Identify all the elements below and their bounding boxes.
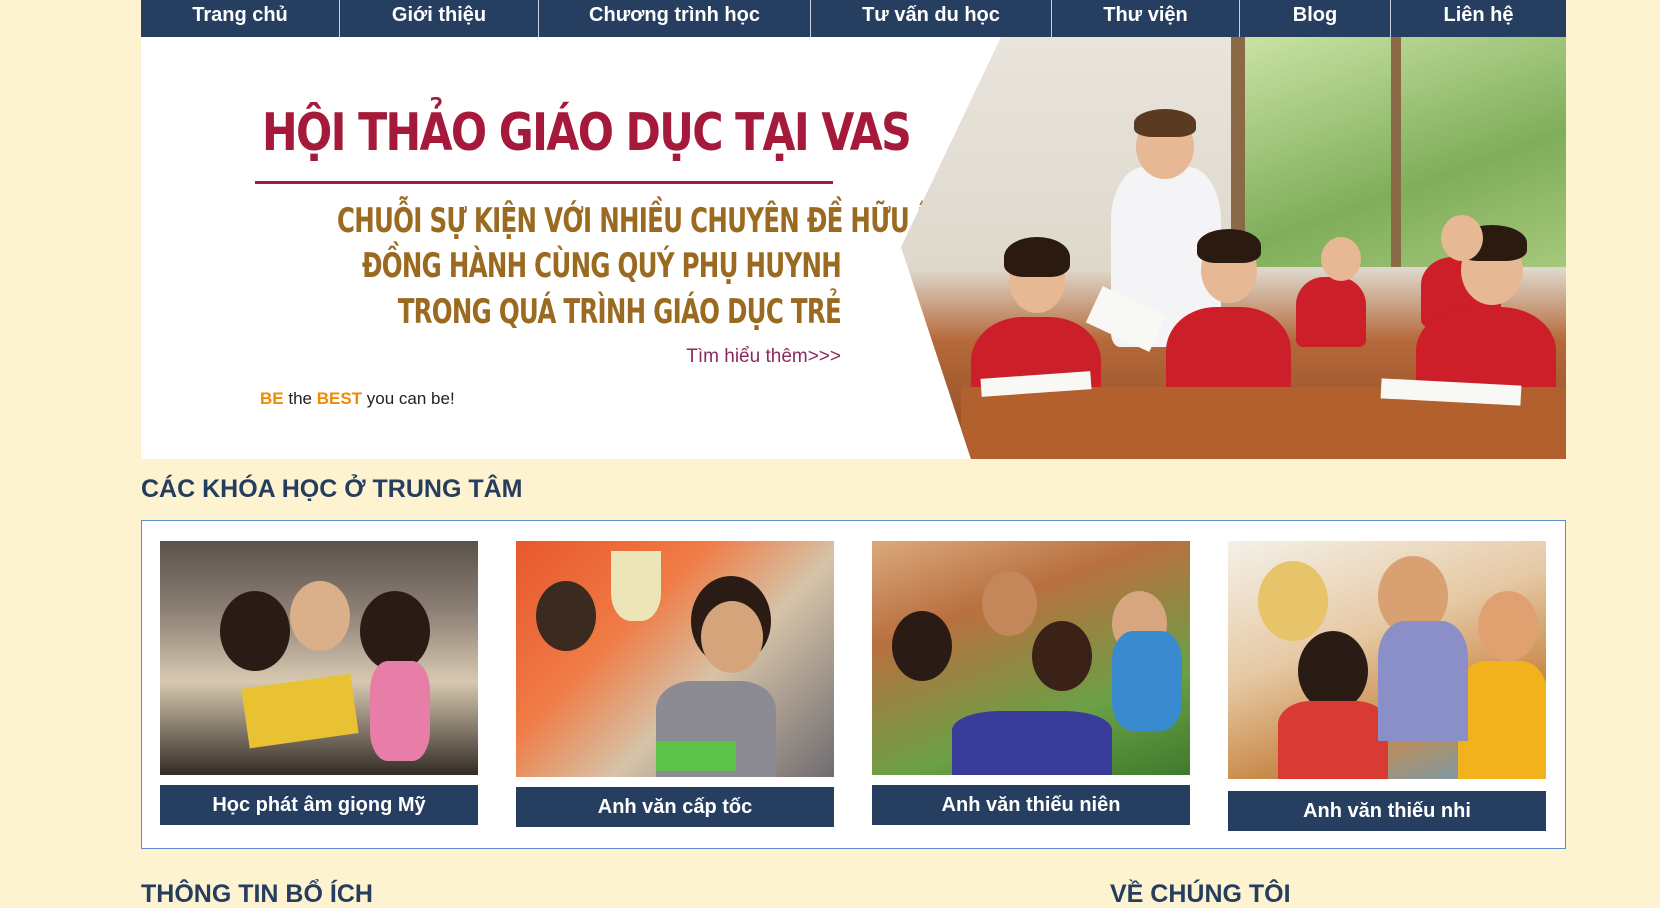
nav-item-library[interactable]: Thư viện <box>1052 0 1240 37</box>
banner-subtitle-line-3: TRONG QUÁ TRÌNH GIÁO DỤC TRẺ <box>397 292 842 332</box>
nav-item-blog[interactable]: Blog <box>1240 0 1391 37</box>
courses-panel: Học phát âm giọng Mỹ Anh văn cấp tốc Anh… <box>141 520 1566 849</box>
nav-item-home[interactable]: Trang chủ <box>141 0 340 37</box>
course-button-intensive[interactable]: Anh văn cấp tốc <box>516 787 834 827</box>
course-card[interactable]: Anh văn cấp tốc <box>516 541 834 827</box>
headline-divider <box>255 181 833 184</box>
nav-item-programs[interactable]: Chương trình học <box>539 0 811 37</box>
banner-subtitle-line-2: ĐỒNG HÀNH CÙNG QUÝ PHỤ HUYNH <box>362 246 842 286</box>
nav-item-about[interactable]: Giới thiệu <box>340 0 539 37</box>
hero-banner[interactable]: HỘI THẢO GIÁO DỤC TẠI VAS CHUỖI SỰ KIỆN … <box>141 37 1566 459</box>
banner-classroom-photo <box>901 37 1566 459</box>
learn-more-link[interactable]: Tìm hiểu thêm>>> <box>686 346 841 368</box>
course-button-pronunciation[interactable]: Học phát âm giọng Mỹ <box>160 785 478 825</box>
slogan-be: BE <box>260 389 284 408</box>
course-image-teenagers[interactable] <box>872 541 1190 775</box>
course-image-pronunciation[interactable] <box>160 541 478 775</box>
slogan-rest: you can be! <box>362 389 455 408</box>
banner-subtitle-line-1: CHUỖI SỰ KIỆN VỚI NHIỀU CHUYÊN ĐỀ HỮU ÍC… <box>336 201 963 241</box>
banner-text-block: HỘI THẢO GIÁO DỤC TẠI VAS CHUỖI SỰ KIỆN … <box>141 37 963 459</box>
course-card[interactable]: Anh văn thiếu nhi <box>1228 541 1546 831</box>
nav-item-study-abroad[interactable]: Tư vấn du học <box>811 0 1052 37</box>
course-button-teenagers[interactable]: Anh văn thiếu niên <box>872 785 1190 825</box>
course-card[interactable]: Học phát âm giọng Mỹ <box>160 541 478 825</box>
main-nav: Trang chủ Giới thiệu Chương trình học Tư… <box>141 0 1566 37</box>
banner-headline: HỘI THẢO GIÁO DỤC TẠI VAS <box>262 103 912 163</box>
course-image-intensive[interactable] <box>516 541 834 777</box>
courses-section-title: CÁC KHÓA HỌC Ở TRUNG TÂM <box>141 475 523 503</box>
course-image-kids[interactable] <box>1228 541 1546 779</box>
about-us-heading: VỀ CHÚNG TÔI <box>1110 880 1291 908</box>
course-card[interactable]: Anh văn thiếu niên <box>872 541 1190 825</box>
course-button-kids[interactable]: Anh văn thiếu nhi <box>1228 791 1546 831</box>
slogan-the: the <box>283 389 317 408</box>
nav-item-contact[interactable]: Liên hệ <box>1391 0 1566 37</box>
page-container: Trang chủ Giới thiệu Chương trình học Tư… <box>141 0 1566 459</box>
slogan-best: BEST <box>316 389 363 408</box>
useful-info-heading: THÔNG TIN BỔ ÍCH <box>141 880 373 908</box>
slogan: BE the BEST you can be! <box>260 389 455 409</box>
